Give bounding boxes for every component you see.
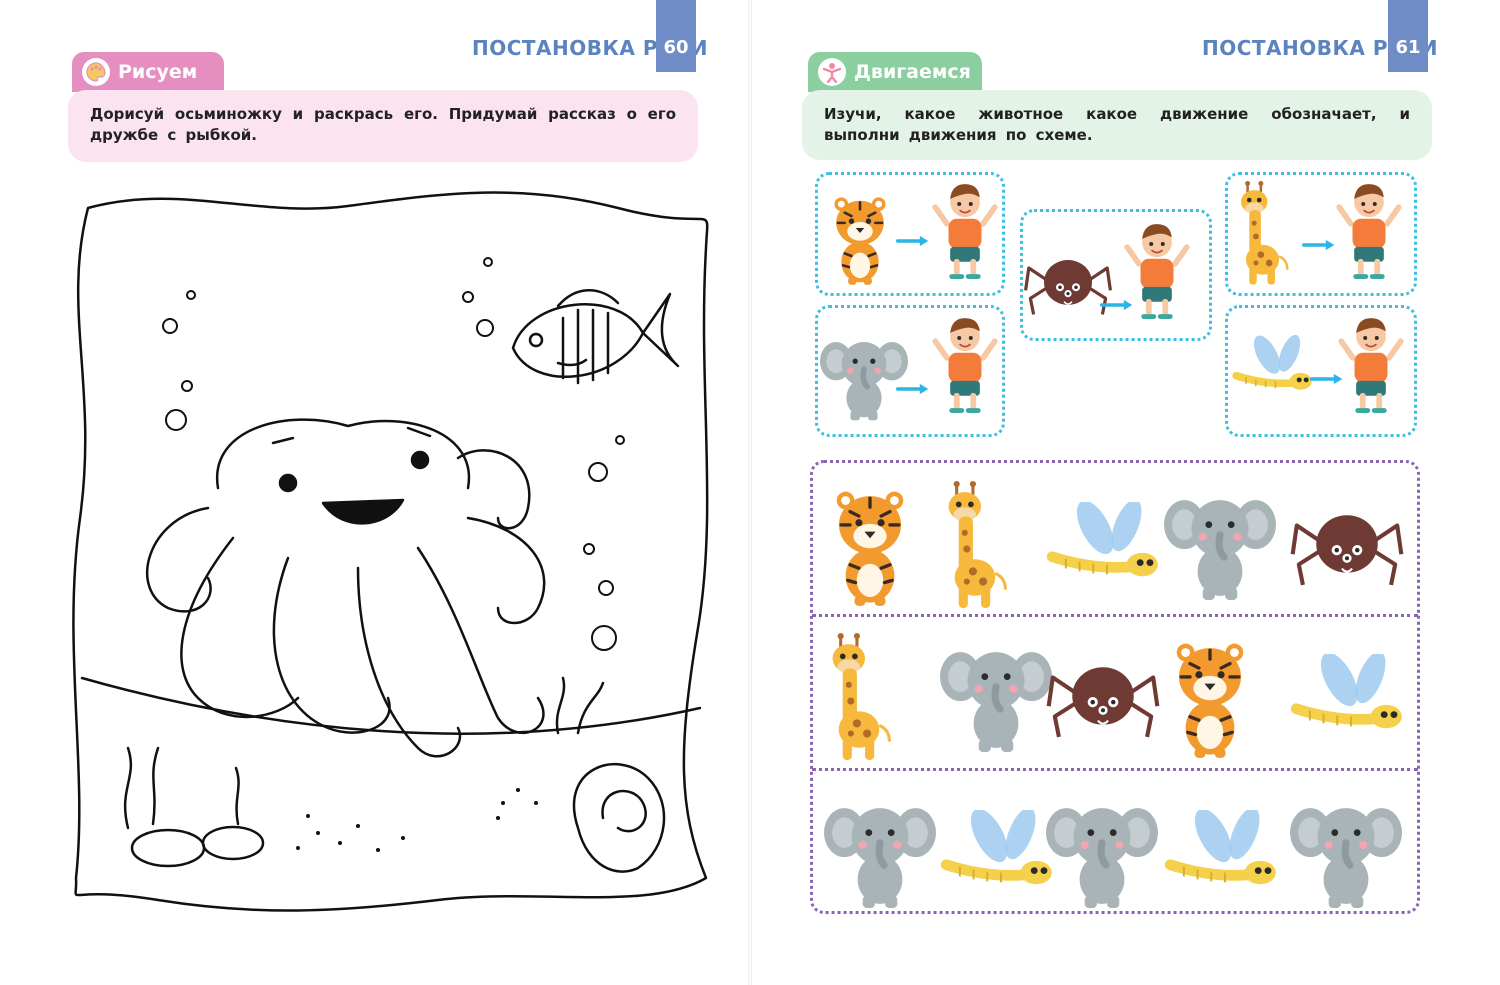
section-tag-move: Двигаемся bbox=[808, 52, 982, 92]
legend-elephant-icon bbox=[820, 330, 908, 430]
arrow-icon bbox=[896, 232, 930, 251]
sequence-tiger-icon bbox=[824, 485, 916, 611]
book-spread: ПОСТАНОВКА РУКИ 60 Рисуем Дорисуй осьмин… bbox=[0, 0, 1500, 985]
legend-giraffe-icon bbox=[1236, 180, 1294, 292]
wavy-frame bbox=[72, 191, 709, 912]
legend-dragonfly-icon bbox=[1232, 334, 1316, 405]
sequence-tiger-icon bbox=[1164, 637, 1256, 763]
left-page-number: 60 bbox=[656, 0, 696, 72]
sequence-dragonfly-icon bbox=[1164, 807, 1282, 902]
person-stretching-icon bbox=[818, 58, 846, 86]
boy-waving-hands-icon bbox=[1336, 178, 1402, 290]
sequence-giraffe-icon bbox=[940, 480, 1016, 616]
sequence-dragonfly-icon bbox=[940, 807, 1058, 902]
sequence-dragonfly-icon bbox=[1046, 499, 1164, 594]
sequence-dragonfly-icon bbox=[1290, 651, 1408, 746]
legend-tiger-icon bbox=[826, 190, 894, 292]
instruction-box: Изучи, какое животное какое движение обо… bbox=[802, 90, 1432, 160]
section-tag-draw: Рисуем bbox=[72, 52, 224, 92]
boy-arms-bent-step-icon bbox=[1338, 312, 1404, 424]
bubbles bbox=[162, 257, 625, 651]
boy-arms-bent-step-icon bbox=[932, 312, 998, 424]
legend-spider-icon bbox=[1024, 250, 1112, 322]
seabed-line bbox=[80, 676, 702, 735]
instruction-box: Дорисуй осьминожку и раскрась его. Приду… bbox=[68, 90, 698, 162]
grid-divider bbox=[812, 614, 1418, 617]
instruction-text: Дорисуй осьминожку и раскрась его. Приду… bbox=[90, 105, 676, 144]
instruction-text: Изучи, какое животное какое движение обо… bbox=[824, 105, 1410, 144]
section-label: Рисуем bbox=[118, 61, 198, 83]
boy-arms-raised-icon bbox=[1124, 218, 1190, 330]
section-label: Двигаемся bbox=[854, 61, 971, 83]
sequence-elephant-icon bbox=[824, 798, 936, 914]
grid-divider bbox=[812, 768, 1418, 771]
coloring-picture bbox=[72, 191, 709, 912]
book-spine bbox=[748, 0, 752, 985]
shell bbox=[572, 762, 666, 873]
sequence-elephant-icon bbox=[1290, 798, 1402, 914]
arrow-icon bbox=[1302, 236, 1336, 255]
palette-icon bbox=[82, 58, 110, 86]
arrow-icon bbox=[896, 380, 930, 399]
sequence-elephant-icon bbox=[940, 642, 1052, 758]
octopus bbox=[145, 418, 546, 758]
sand-dots bbox=[296, 788, 538, 852]
boy-waving-hands-icon bbox=[932, 178, 998, 290]
fish bbox=[511, 289, 680, 385]
sequence-elephant-icon bbox=[1164, 490, 1276, 606]
sequence-spider-icon bbox=[1290, 505, 1404, 591]
right-page-number: 61 bbox=[1388, 0, 1428, 72]
sequence-giraffe-icon bbox=[824, 632, 900, 768]
sequence-spider-icon bbox=[1046, 657, 1160, 743]
sequence-elephant-icon bbox=[1046, 798, 1158, 914]
